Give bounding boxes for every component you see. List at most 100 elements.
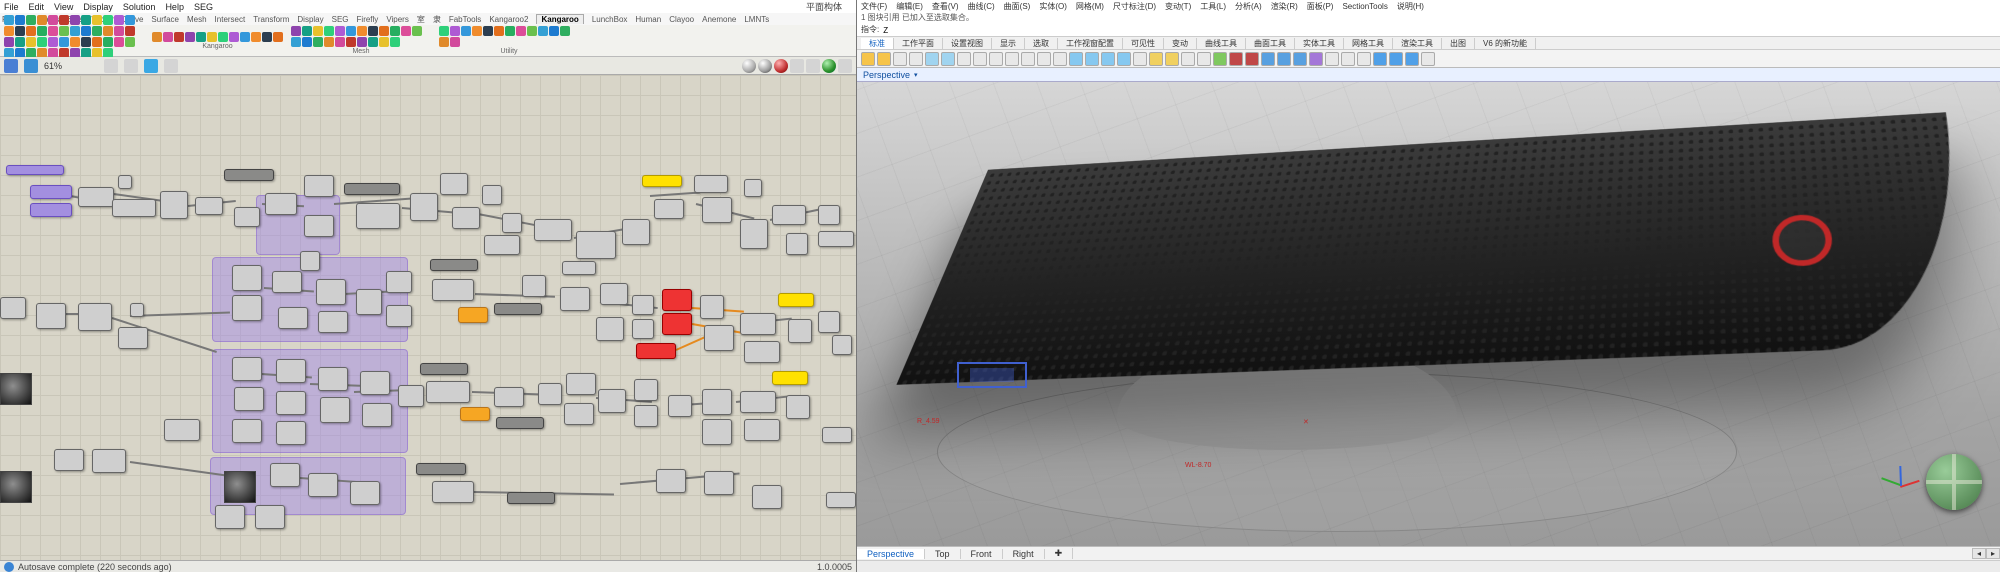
ribbon-tool-icon[interactable] — [81, 37, 91, 47]
rh-toolbar-tab[interactable]: 显示 — [992, 38, 1025, 49]
ribbon-tool-icon[interactable] — [291, 37, 301, 47]
rh-tool-icon[interactable] — [1405, 52, 1419, 66]
preview-mesh-icon[interactable] — [822, 59, 836, 73]
ribbon-tool-icon[interactable] — [125, 15, 135, 25]
rh-toolbar-tab[interactable]: 变动 — [1164, 38, 1197, 49]
vp-tab-perspective[interactable]: Perspective — [857, 549, 925, 559]
gh-component[interactable] — [30, 203, 72, 217]
rh-toolbar-tab[interactable]: V6 的新功能 — [1475, 38, 1536, 49]
ribbon-tool-icon[interactable] — [196, 32, 206, 42]
gh-component[interactable] — [234, 207, 260, 227]
ribbon-tool-icon[interactable] — [125, 26, 135, 36]
gh-component[interactable] — [30, 185, 72, 199]
ribbon-tool-icon[interactable] — [26, 26, 36, 36]
gh-component[interactable] — [36, 303, 66, 329]
zoom-extents-icon[interactable] — [104, 59, 118, 73]
gh-tab-display[interactable]: Display — [297, 15, 323, 24]
gh-tab-lmnts[interactable]: LMNTs — [744, 15, 769, 24]
ribbon-tool-icon[interactable] — [335, 26, 345, 36]
gh-component[interactable] — [420, 363, 468, 375]
rh-menu-item[interactable]: 网格(M) — [1076, 1, 1104, 12]
gh-component[interactable] — [6, 165, 64, 175]
gh-component[interactable] — [704, 471, 734, 495]
gh-component[interactable] — [668, 395, 692, 417]
gh-component[interactable] — [740, 313, 776, 335]
gh-component[interactable] — [318, 367, 348, 391]
rh-tool-icon[interactable] — [1021, 52, 1035, 66]
rh-tool-icon[interactable] — [1277, 52, 1291, 66]
rh-tool-icon[interactable] — [1389, 52, 1403, 66]
rh-toolbar-tab[interactable]: 出图 — [1442, 38, 1475, 49]
save-icon[interactable] — [24, 59, 38, 73]
gh-tab-clayoo[interactable]: Clayoo — [669, 15, 694, 24]
ribbon-tool-icon[interactable] — [494, 26, 504, 36]
rh-command-input[interactable] — [883, 24, 1996, 36]
ribbon-tool-icon[interactable] — [401, 26, 411, 36]
rh-toolbar-tab[interactable]: 选取 — [1025, 38, 1058, 49]
preview-wire-icon[interactable] — [758, 59, 772, 73]
ribbon-tool-icon[interactable] — [15, 26, 25, 36]
rhino-viewport[interactable]: R_4.59WL-8.70✕ — [857, 82, 2000, 546]
ribbon-tool-icon[interactable] — [461, 26, 471, 36]
gh-component[interactable] — [440, 173, 468, 195]
gh-component[interactable] — [576, 231, 616, 259]
preview-selected-icon[interactable] — [790, 59, 804, 73]
gh-menu-solution[interactable]: Solution — [123, 2, 156, 12]
gh-component[interactable] — [300, 251, 320, 271]
rh-tool-icon[interactable] — [941, 52, 955, 66]
gh-menu-seg[interactable]: SEG — [194, 2, 213, 12]
rh-tool-icon[interactable] — [1309, 52, 1323, 66]
gh-component[interactable] — [270, 463, 300, 487]
ribbon-tool-icon[interactable] — [527, 26, 537, 36]
gh-component[interactable] — [560, 287, 590, 311]
rh-menu-item[interactable]: 说明(H) — [1397, 1, 1424, 12]
gh-component[interactable] — [502, 213, 522, 233]
vp-tab-add-icon[interactable]: ✚ — [1045, 548, 1074, 559]
ribbon-tool-icon[interactable] — [15, 15, 25, 25]
rh-menu-item[interactable]: 面板(P) — [1307, 1, 1334, 12]
ribbon-tool-icon[interactable] — [59, 26, 69, 36]
gh-component[interactable] — [752, 485, 782, 509]
gh-component[interactable] — [772, 205, 806, 225]
gh-component[interactable] — [654, 199, 684, 219]
ribbon-tool-icon[interactable] — [262, 32, 272, 42]
gh-component[interactable] — [818, 311, 840, 333]
gh-component[interactable] — [318, 311, 348, 333]
gh-component[interactable] — [744, 341, 780, 363]
gh-component[interactable] — [832, 335, 852, 355]
gh-component[interactable] — [386, 271, 412, 293]
ribbon-tool-icon[interactable] — [103, 26, 113, 36]
vp-tab-top[interactable]: Top — [925, 549, 961, 559]
ribbon-tool-icon[interactable] — [125, 37, 135, 47]
ribbon-tool-icon[interactable] — [390, 37, 400, 47]
image-sampler-thumbnail[interactable] — [0, 471, 32, 503]
gh-component[interactable] — [818, 231, 854, 247]
gh-component[interactable] — [482, 185, 502, 205]
gh-component[interactable] — [78, 303, 112, 331]
ribbon-tool-icon[interactable] — [313, 26, 323, 36]
rh-menu-item[interactable]: 渲染(R) — [1271, 1, 1298, 12]
gh-component[interactable] — [320, 397, 350, 423]
rh-tool-icon[interactable] — [1421, 52, 1435, 66]
ribbon-tool-icon[interactable] — [560, 26, 570, 36]
ribbon-tool-icon[interactable] — [324, 26, 334, 36]
ribbon-tool-icon[interactable] — [357, 26, 367, 36]
gh-component[interactable] — [398, 385, 424, 407]
gh-canvas[interactable] — [0, 75, 856, 560]
vp-tab-front[interactable]: Front — [961, 549, 1003, 559]
gh-tab-mesh[interactable]: Mesh — [187, 15, 207, 24]
ribbon-tool-icon[interactable] — [81, 26, 91, 36]
gh-component[interactable] — [702, 389, 732, 415]
ribbon-tool-icon[interactable] — [302, 26, 312, 36]
rh-toolbar-tab[interactable]: 曲线工具 — [1197, 38, 1246, 49]
ribbon-tool-icon[interactable] — [26, 15, 36, 25]
gh-menu-help[interactable]: Help — [165, 2, 184, 12]
gh-component[interactable] — [826, 492, 856, 508]
gh-component[interactable] — [160, 191, 188, 219]
gh-component[interactable] — [636, 343, 676, 359]
rh-tool-icon[interactable] — [925, 52, 939, 66]
gh-component[interactable] — [416, 463, 466, 475]
rh-menu-item[interactable]: 工具(L) — [1200, 1, 1226, 12]
ribbon-tool-icon[interactable] — [207, 32, 217, 42]
gh-component[interactable] — [356, 289, 382, 315]
